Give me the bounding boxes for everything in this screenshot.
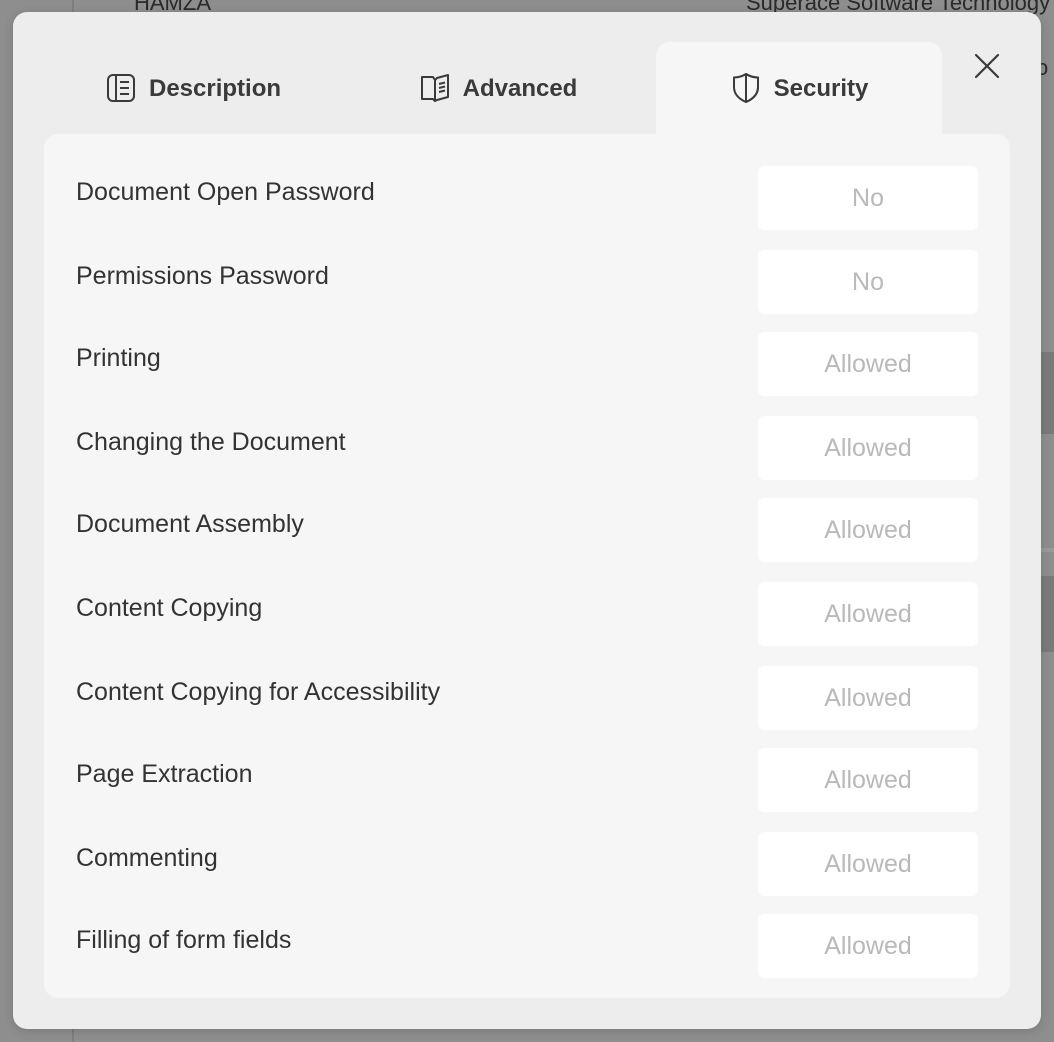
row-label: Permissions Password: [76, 262, 329, 290]
document-properties-dialog: Description Advanced Security Document O…: [13, 12, 1041, 1029]
row-label: Content Copying: [76, 594, 263, 622]
row-label: Commenting: [76, 844, 218, 872]
security-row-form-filling: Filling of form fields Allowed: [44, 914, 1010, 978]
security-row-content-copying: Content Copying Allowed: [44, 582, 1010, 646]
shield-icon: [730, 72, 762, 104]
row-value: Allowed: [758, 748, 978, 812]
tab-description[interactable]: Description: [83, 42, 303, 134]
close-icon: [973, 52, 1001, 80]
close-button[interactable]: [968, 47, 1006, 85]
row-value: Allowed: [758, 332, 978, 396]
row-label: Changing the Document: [76, 428, 346, 456]
tab-advanced[interactable]: Advanced: [403, 42, 593, 134]
row-label: Printing: [76, 344, 161, 372]
security-row-permissions-password: Permissions Password No: [44, 250, 1010, 314]
tab-security[interactable]: Security: [656, 42, 942, 134]
security-row-commenting: Commenting Allowed: [44, 832, 1010, 896]
row-value: Allowed: [758, 416, 978, 480]
security-row-changing-document: Changing the Document Allowed: [44, 416, 1010, 480]
background-block: [1040, 576, 1054, 652]
row-value: Allowed: [758, 914, 978, 978]
row-label: Document Open Password: [76, 178, 375, 206]
row-value: Allowed: [758, 498, 978, 562]
security-panel: Document Open Password No Permissions Pa…: [44, 134, 1010, 998]
tab-security-label: Security: [773, 75, 869, 102]
security-row-printing: Printing Allowed: [44, 332, 1010, 396]
row-label: Filling of form fields: [76, 926, 292, 954]
book-icon: [419, 72, 451, 104]
tab-advanced-label: Advanced: [462, 75, 578, 102]
security-row-document-assembly: Document Assembly Allowed: [44, 498, 1010, 562]
description-icon: [105, 72, 137, 104]
security-row-copying-accessibility: Content Copying for Accessibility Allowe…: [44, 666, 1010, 730]
tab-bar: Description Advanced Security: [13, 12, 1041, 134]
row-label: Page Extraction: [76, 760, 253, 788]
tab-description-label: Description: [148, 75, 282, 102]
background-block: [1040, 548, 1054, 552]
row-value: No: [758, 166, 978, 230]
row-value: No: [758, 250, 978, 314]
row-value: Allowed: [758, 666, 978, 730]
row-value: Allowed: [758, 582, 978, 646]
row-label: Content Copying for Accessibility: [76, 678, 441, 706]
background-block: [1040, 352, 1054, 434]
security-row-page-extraction: Page Extraction Allowed: [44, 748, 1010, 812]
row-value: Allowed: [758, 832, 978, 896]
security-row-open-password: Document Open Password No: [44, 166, 1010, 230]
row-label: Document Assembly: [76, 510, 304, 538]
